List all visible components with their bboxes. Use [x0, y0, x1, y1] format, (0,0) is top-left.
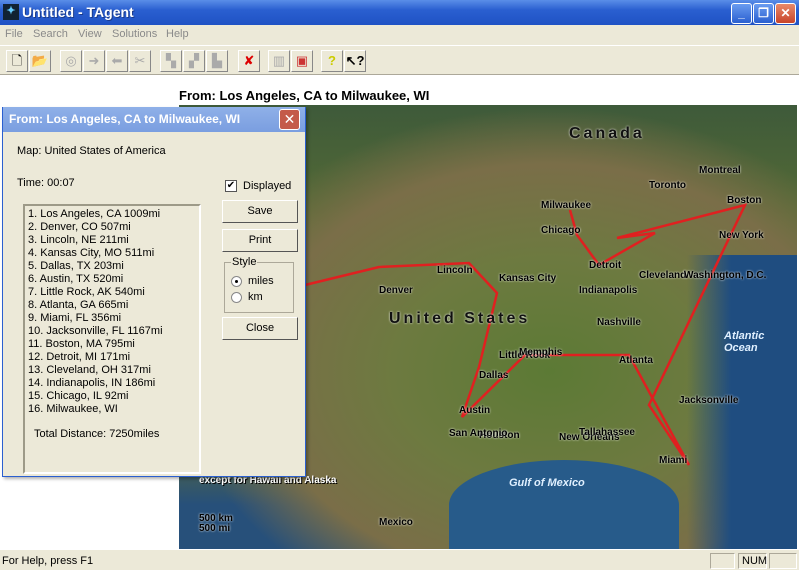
delete-icon[interactable]: ✘	[238, 50, 260, 72]
route-list-item[interactable]: 7. Little Rock, AK 540mi	[28, 286, 196, 299]
tool8-icon[interactable]: ▞	[183, 50, 205, 72]
map-label: United States	[389, 310, 531, 327]
map-label: Lincoln	[437, 265, 473, 276]
status-num: NUM	[738, 553, 767, 569]
map-label: Atlanta	[619, 355, 653, 366]
menu-search[interactable]: Search	[33, 28, 68, 40]
tool4-icon[interactable]: ➜	[83, 50, 105, 72]
map-label: Gulf of Mexico	[509, 477, 585, 489]
map-label: Miami	[659, 455, 688, 466]
map-label: Washington, D.C.	[684, 270, 767, 281]
route-list-item[interactable]: 8. Atlanta, GA 665mi	[28, 299, 196, 312]
displayed-checkbox[interactable]: ✔	[225, 180, 237, 192]
route-list-item[interactable]: 16. Milwaukee, WI	[28, 403, 196, 416]
map-label: Nashville	[597, 317, 641, 328]
map-label: Denver	[379, 285, 413, 296]
route-heading: From: Los Angeles, CA to Milwaukee, WI	[179, 88, 430, 103]
route-list-item[interactable]: 6. Austin, TX 520mi	[28, 273, 196, 286]
route-list-item[interactable]: 14. Indianapolis, IN 186mi	[28, 377, 196, 390]
maximize-button[interactable]: ❐	[753, 3, 774, 24]
style-group: Style miles km	[224, 256, 294, 313]
route-list-item[interactable]: 5. Dallas, TX 203mi	[28, 260, 196, 273]
map-label: New York	[719, 230, 764, 241]
map-label: Canada	[569, 125, 645, 142]
map-label: Dallas	[479, 370, 509, 381]
new-icon[interactable]: 🗋	[6, 50, 28, 72]
style-label: Style	[231, 256, 258, 268]
miles-label: miles	[248, 275, 274, 287]
toolbar: 🗋 📂 ◎ ➜ ⬅ ✂ ▚ ▞ ▙ ✘ ▥ ▣ ? ↖?	[0, 45, 799, 75]
status-bar: For Help, press F1 NUM	[0, 550, 799, 570]
route-list-item[interactable]: 12. Detroit, MI 171mi	[28, 351, 196, 364]
map-label: Boston	[727, 195, 762, 206]
map-label: Memphis	[519, 347, 563, 358]
map-label: Indianapolis	[579, 285, 638, 296]
route-list-item[interactable]: 15. Chicago, IL 92mi	[28, 390, 196, 403]
status-pane-scrl	[769, 553, 797, 569]
map-label: Montreal	[699, 165, 741, 176]
window-title: Untitled - TAgent	[22, 4, 134, 20]
map-label: Jacksonville	[679, 395, 739, 406]
status-pane-caps	[710, 553, 735, 569]
map-label: Detroit	[589, 260, 622, 271]
tool9-icon[interactable]: ▙	[206, 50, 228, 72]
help-icon[interactable]: ?	[321, 50, 343, 72]
tool3-icon[interactable]: ◎	[60, 50, 82, 72]
menu-help[interactable]: Help	[166, 28, 189, 40]
app-icon: ✦	[3, 4, 19, 20]
route-line	[304, 203, 748, 466]
map-label: Tallahassee	[579, 427, 635, 438]
menu-bar: File Search View Solutions Help	[0, 25, 799, 45]
route-list-item[interactable]: 9. Miami, FL 356mi	[28, 312, 196, 325]
map-label: Toronto	[649, 180, 687, 191]
map-label: San Antonio	[449, 428, 508, 439]
route-list-item[interactable]: 3. Lincoln, NE 211mi	[28, 234, 196, 247]
km-radio[interactable]	[231, 292, 242, 303]
route-dialog: From: Los Angeles, CA to Milwaukee, WI ✕…	[2, 107, 306, 477]
save-button[interactable]: Save	[222, 200, 298, 223]
title-bar: ✦ Untitled - TAgent _ ❐ ✕	[0, 0, 799, 25]
miles-radio[interactable]	[231, 276, 242, 287]
map-label: Mexico	[379, 517, 413, 528]
map-label: Cleveland	[639, 270, 687, 281]
route-list-item[interactable]: 2. Denver, CO 507mi	[28, 221, 196, 234]
close-window-button[interactable]: ✕	[775, 3, 796, 24]
menu-view[interactable]: View	[78, 28, 102, 40]
tool5-icon[interactable]: ⬅	[106, 50, 128, 72]
status-help-text: For Help, press F1	[2, 555, 94, 567]
open-icon[interactable]: 📂	[29, 50, 51, 72]
time-label: Time: 00:07	[17, 177, 75, 189]
displayed-label: Displayed	[243, 180, 292, 192]
close-button[interactable]: Close	[222, 317, 298, 340]
dialog-title: From: Los Angeles, CA to Milwaukee, WI	[3, 107, 305, 132]
route-list-item[interactable]: 10. Jacksonville, FL 1167mi	[28, 325, 196, 338]
route-list-item[interactable]: 11. Boston, MA 795mi	[28, 338, 196, 351]
tool6-icon[interactable]: ✂	[129, 50, 151, 72]
minimize-button[interactable]: _	[731, 3, 752, 24]
map-label: Austin	[459, 405, 491, 416]
route-list-item[interactable]: 4. Kansas City, MO 511mi	[28, 247, 196, 260]
menu-solutions[interactable]: Solutions	[112, 28, 157, 40]
menu-file[interactable]: File	[5, 28, 23, 40]
context-help-icon[interactable]: ↖?	[344, 50, 366, 72]
print-button[interactable]: Print	[222, 229, 298, 252]
route-list-item[interactable]: 13. Cleveland, OH 317mi	[28, 364, 196, 377]
km-label: km	[248, 291, 263, 303]
map-label: Atlantic Ocean	[724, 330, 765, 354]
dialog-close-button[interactable]: ✕	[279, 109, 300, 130]
map-label: Map: United States of America	[17, 145, 166, 157]
route-list-item[interactable]: 1. Los Angeles, CA 1009mi	[28, 208, 196, 221]
tool7-icon[interactable]: ▚	[160, 50, 182, 72]
tool12-icon[interactable]: ▣	[291, 50, 313, 72]
total-distance: Total Distance: 7250miles	[34, 428, 160, 440]
map-label: Chicago	[541, 225, 581, 236]
map-label: Kansas City	[499, 273, 557, 284]
map-label: Milwaukee	[541, 200, 592, 211]
map-label: 500 mi	[199, 523, 231, 534]
tool11-icon[interactable]: ▥	[268, 50, 290, 72]
route-list[interactable]: 1. Los Angeles, CA 1009mi 2. Denver, CO 5…	[23, 204, 201, 474]
